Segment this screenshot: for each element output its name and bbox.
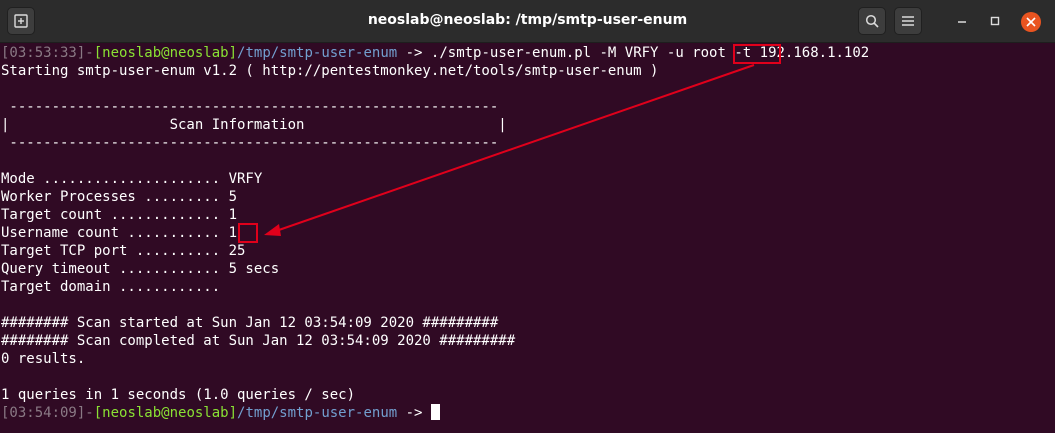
- username-count-value: 1: [228, 225, 238, 241]
- close-icon: [1026, 17, 1036, 27]
- prompt-time: [03:53:33]: [1, 45, 86, 61]
- prompt-dash: -: [85, 45, 94, 61]
- workers-line: Worker Processes ......... 5: [1, 189, 238, 205]
- prompt-path: /tmp/smtp-user-enum: [237, 45, 398, 61]
- prompt-arrow: ->: [397, 45, 431, 61]
- rule-bottom: ----------------------------------------…: [1, 135, 499, 151]
- prompt-user: [neoslab@neoslab]: [93, 405, 238, 421]
- hamburger-menu-icon: [902, 16, 914, 26]
- menu-button[interactable]: [894, 7, 922, 35]
- target-count-line: Target count ............. 1: [1, 207, 238, 223]
- mode-line: Mode ..................... VRFY: [1, 171, 263, 187]
- target-domain-line: Target domain ............: [1, 279, 221, 295]
- prompt-line-2: [03:54:09]-[neoslab@neoslab]/tmp/smtp-us…: [1, 404, 440, 422]
- username-count-label: Username count ...........: [1, 225, 229, 241]
- terminal-cursor: [430, 404, 440, 420]
- highlight-box-count: [238, 223, 258, 243]
- prompt-time: [03:54:09]: [1, 405, 86, 421]
- command-username: root: [692, 45, 726, 61]
- scan-started-line: ######## Scan started at Sun Jan 12 03:5…: [1, 315, 499, 331]
- username-count-line: Username count ........... 1: [1, 224, 237, 242]
- command-text: ./smtp-user-enum.pl -M VRFY -u: [430, 45, 693, 61]
- maximize-icon: [990, 16, 1000, 26]
- minimize-icon: [958, 21, 966, 23]
- close-button[interactable]: [1021, 12, 1041, 32]
- scan-info-header: | Scan Information |: [1, 117, 507, 133]
- scan-completed-line: ######## Scan completed at Sun Jan 12 03…: [1, 333, 516, 349]
- starting-line: Starting smtp-user-enum v1.2 ( http://pe…: [1, 63, 659, 79]
- queries-line: 1 queries in 1 seconds (1.0 queries / se…: [1, 387, 356, 403]
- results-line: 0 results.: [1, 351, 86, 367]
- prompt-user: [neoslab@neoslab]: [93, 45, 238, 61]
- terminal-window: neoslab@neoslab: /tmp/smtp-user-enum [03…: [0, 0, 1055, 433]
- rule-top: ----------------------------------------…: [1, 99, 499, 115]
- search-icon: [865, 14, 879, 28]
- search-button[interactable]: [858, 7, 886, 35]
- minimize-button[interactable]: [954, 13, 970, 29]
- prompt-path: /tmp/smtp-user-enum: [237, 405, 398, 421]
- prompt-dash: -: [85, 405, 94, 421]
- tcp-port-line: Target TCP port .......... 25: [1, 243, 246, 259]
- highlight-box-username: [733, 44, 781, 64]
- prompt-arrow: ->: [397, 405, 431, 421]
- title-bar: neoslab@neoslab: /tmp/smtp-user-enum: [0, 0, 1055, 43]
- terminal-output[interactable]: [03:53:33]-[neoslab@neoslab]/tmp/smtp-us…: [0, 43, 1055, 433]
- query-timeout-line: Query timeout ............ 5 secs: [1, 261, 280, 277]
- maximize-button[interactable]: [987, 13, 1003, 29]
